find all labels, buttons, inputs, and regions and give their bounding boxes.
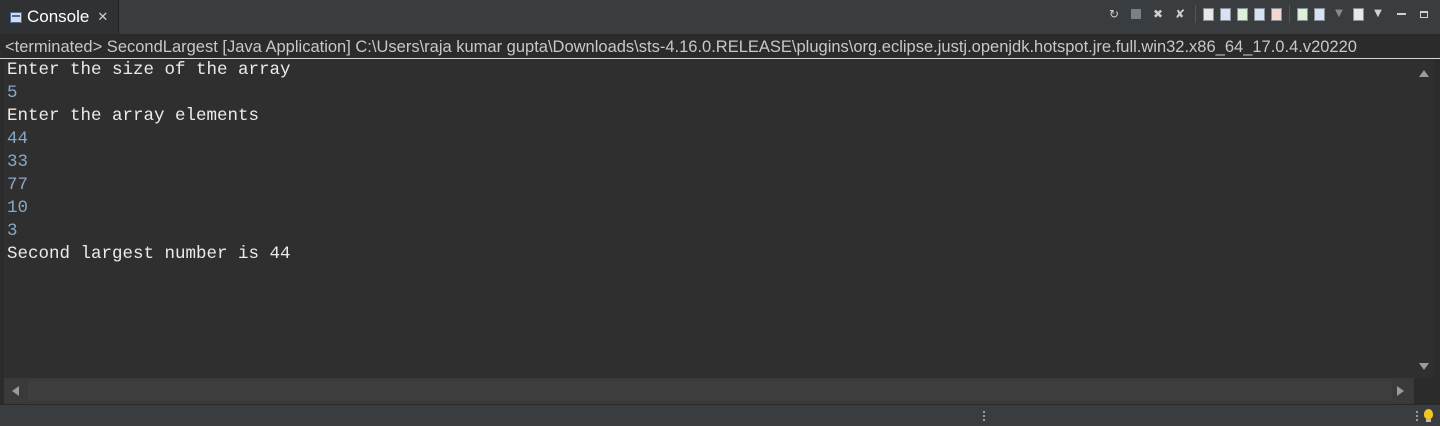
console-input-line: 10 xyxy=(7,198,29,218)
open-console-icon[interactable] xyxy=(1353,7,1364,21)
vertical-scrollbar[interactable] xyxy=(1414,60,1434,378)
status-bar-grip[interactable] xyxy=(1416,411,1418,423)
scroll-right-icon[interactable] xyxy=(1397,386,1404,396)
close-icon[interactable]: ✕ xyxy=(97,10,108,25)
show-on-stderr-icon[interactable] xyxy=(1271,7,1282,21)
view-menu-icon[interactable]: ▼ xyxy=(1370,6,1386,22)
console-icon xyxy=(10,11,22,23)
console-tab-title: Console xyxy=(27,7,90,26)
word-wrap-icon[interactable] xyxy=(1237,7,1248,21)
view-tab-bar: Console ✕ ↻ ✖ ✘ ▼ ▼ xyxy=(0,0,1440,35)
console-input-line: 33 xyxy=(7,152,29,172)
relaunch-icon[interactable]: ↻ xyxy=(1106,6,1122,22)
status-bar xyxy=(0,404,1440,426)
toolbar-separator xyxy=(1289,5,1290,23)
terminate-icon[interactable] xyxy=(1131,9,1141,19)
pin-console-icon[interactable] xyxy=(1297,7,1308,21)
scroll-left-icon[interactable] xyxy=(12,386,19,396)
console-output[interactable]: Enter the size of the array 5 Enter the ar… xyxy=(4,60,1414,378)
scroll-up-icon[interactable] xyxy=(1419,70,1429,77)
console-input-line: 3 xyxy=(7,221,18,241)
console-output-line: Enter the size of the array xyxy=(7,60,291,80)
process-status-line: <terminated> SecondLargest [Java Applica… xyxy=(0,35,1440,59)
scroll-down-icon[interactable] xyxy=(1419,363,1429,370)
scroll-lock-icon[interactable] xyxy=(1220,7,1231,21)
clear-console-icon[interactable] xyxy=(1203,7,1214,21)
console-input-line: 5 xyxy=(7,83,18,103)
console-input-line: 44 xyxy=(7,129,29,149)
console-input-line: 77 xyxy=(7,175,29,195)
remove-all-terminated-icon[interactable]: ✘ xyxy=(1172,6,1188,22)
remove-launch-icon[interactable]: ✖ xyxy=(1150,6,1166,22)
maximize-icon[interactable] xyxy=(1420,10,1428,18)
horizontal-scrollbar[interactable] xyxy=(4,378,1414,404)
lightbulb-icon[interactable] xyxy=(1424,409,1433,422)
console-tab[interactable]: Console ✕ xyxy=(0,0,119,34)
minimize-icon[interactable] xyxy=(1397,13,1406,15)
toolbar-separator xyxy=(1195,5,1196,23)
console-toolbar: ↻ ✖ ✘ ▼ ▼ xyxy=(1103,0,1440,28)
show-on-stdout-icon[interactable] xyxy=(1254,7,1265,21)
horizontal-scroll-thumb[interactable] xyxy=(28,381,1392,401)
chevron-down-icon[interactable]: ▼ xyxy=(1331,6,1347,22)
status-bar-grip[interactable] xyxy=(983,411,985,423)
console-output-line: Enter the array elements xyxy=(7,106,260,126)
display-selected-console-icon[interactable] xyxy=(1314,7,1325,21)
console-output-line: Second largest number is 44 xyxy=(7,244,291,264)
